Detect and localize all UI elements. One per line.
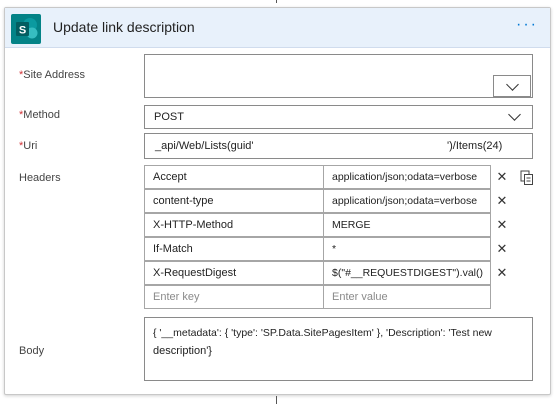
site-address-dropdown-button[interactable]: [493, 75, 531, 97]
header-key-input[interactable]: If-Match: [144, 237, 324, 261]
body-textarea[interactable]: { '__metadata': { 'type': 'SP.Data.SiteP…: [144, 317, 533, 381]
header-value-input[interactable]: *: [323, 237, 491, 261]
method-select[interactable]: POST: [144, 105, 533, 129]
chevron-down-icon: [508, 108, 521, 121]
body-text-line: description'}: [153, 345, 212, 357]
sharepoint-icon: S: [11, 14, 41, 44]
body-label: Body: [19, 345, 45, 357]
site-address-label: *Site Address: [19, 69, 86, 81]
header-value-input[interactable]: application/json;odata=verbose: [323, 165, 491, 189]
copy-icon[interactable]: [520, 170, 534, 186]
uri-label: *Uri: [19, 140, 38, 152]
header-key-input[interactable]: X-HTTP-Method: [144, 213, 324, 237]
remove-header-icon[interactable]: ✕: [495, 194, 509, 208]
header-value-input[interactable]: $("#__REQUESTDIGEST").val(): [323, 261, 491, 285]
remove-header-icon[interactable]: ✕: [495, 218, 509, 232]
header-value-input-new[interactable]: Enter value: [323, 285, 491, 309]
method-label: *Method: [19, 109, 60, 121]
card-title: Update link description: [53, 19, 195, 35]
body-text-line: { '__metadata': { 'type': 'SP.Data.SiteP…: [153, 327, 492, 339]
flow-connector-top: [276, 0, 277, 3]
header-key-input[interactable]: content-type: [144, 189, 324, 213]
remove-header-icon[interactable]: ✕: [495, 266, 509, 280]
headers-label: Headers: [19, 172, 61, 184]
action-card: S Update link description ··· *Site Addr…: [4, 7, 551, 395]
flow-connector-bottom: [276, 396, 277, 404]
method-value: POST: [154, 111, 184, 123]
header-value-input[interactable]: MERGE: [323, 213, 491, 237]
uri-value-suffix: ')/Items(24): [447, 140, 503, 152]
remove-header-icon[interactable]: ✕: [495, 170, 509, 184]
svg-text:S: S: [19, 25, 26, 37]
uri-input[interactable]: _api/Web/Lists(guid' ')/Items(24): [144, 133, 533, 159]
card-header[interactable]: S Update link description ···: [5, 8, 550, 48]
header-key-input-new[interactable]: Enter key: [144, 285, 324, 309]
remove-header-icon[interactable]: ✕: [495, 242, 509, 256]
header-key-input[interactable]: X-RequestDigest: [144, 261, 324, 285]
header-key-input[interactable]: Accept: [144, 165, 324, 189]
site-address-input[interactable]: [144, 54, 533, 98]
more-options-icon[interactable]: ···: [516, 16, 538, 34]
header-value-input[interactable]: application/json;odata=verbose: [323, 189, 491, 213]
uri-value-prefix: _api/Web/Lists(guid': [155, 140, 254, 152]
chevron-down-icon: [506, 78, 519, 91]
